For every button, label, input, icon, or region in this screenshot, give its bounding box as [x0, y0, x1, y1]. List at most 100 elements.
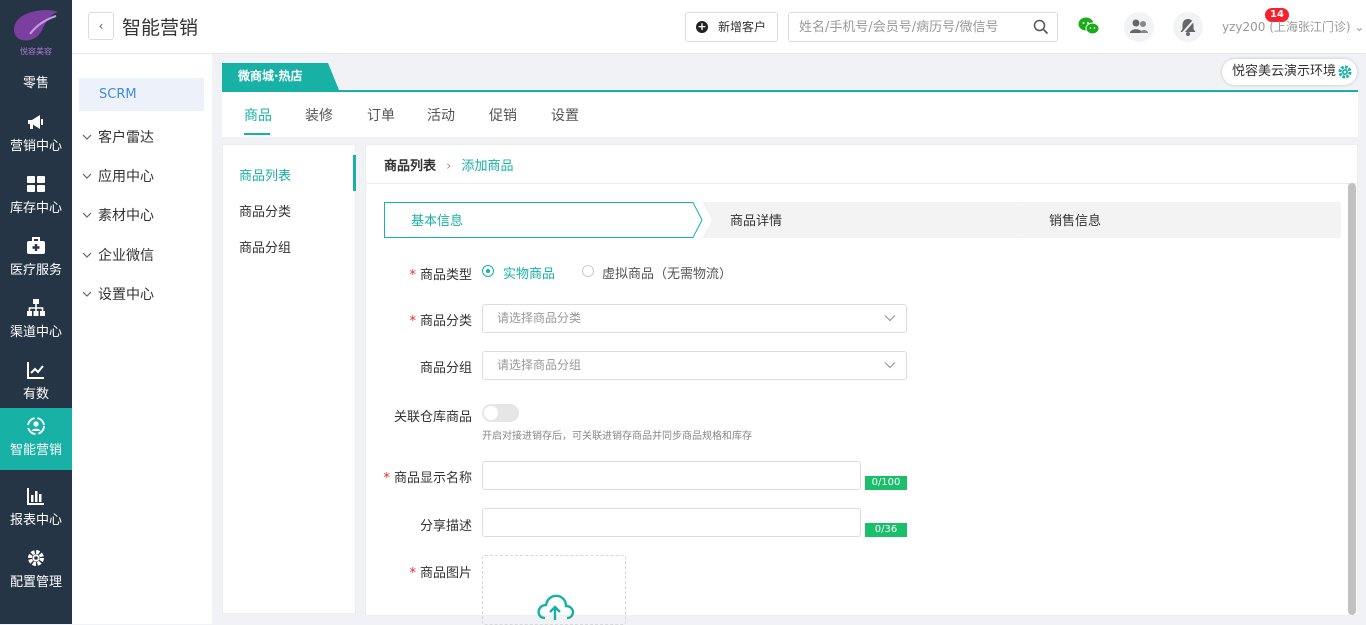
warehouse-text: 关联仓库商品 [393, 410, 472, 425]
rail-label: 有数 [22, 387, 49, 402]
image-upload-area[interactable] [482, 555, 626, 625]
sidebar-item-settings-center[interactable]: 设置中心 [82, 284, 154, 304]
chevron-down-icon [82, 134, 92, 140]
notification-button[interactable] [1173, 12, 1203, 42]
rail-label: 营销中心 [9, 139, 62, 154]
share-desc-counter: 0/36 [865, 523, 907, 537]
rail-item-medical[interactable]: 医疗服务 [0, 228, 72, 290]
rail-item-inventory[interactable]: 库存中心 [0, 166, 72, 228]
page-title: 智能营销 [122, 17, 199, 39]
cloud-upload-icon [537, 594, 575, 620]
rail-item-retail[interactable]: 零售 [0, 62, 72, 92]
rail-label: 报表中心 [9, 513, 62, 528]
rail-label: 零售 [22, 76, 49, 91]
display-name-input[interactable] [482, 461, 861, 490]
search-input[interactable] [799, 13, 1029, 41]
contacts-icon [1130, 19, 1148, 33]
search-icon[interactable] [1033, 19, 1049, 35]
rail-item-smart-marketing[interactable]: 智能营销 [0, 408, 72, 470]
sidebar-item-label: 企业微信 [98, 248, 154, 264]
environment-switcher[interactable]: 悦容美云演示环境 [1222, 59, 1357, 85]
radio-physical[interactable] [482, 265, 494, 277]
sidebar-item-label: 设置中心 [98, 287, 154, 303]
divider [366, 183, 1359, 184]
display-name-counter: 0/100 [865, 476, 907, 490]
active-submenu-indicator [353, 155, 356, 191]
share-desc-label: 分享描述 [372, 515, 472, 534]
display-name-text: 商品显示名称 [393, 471, 472, 486]
wechat-icon[interactable] [1078, 16, 1100, 36]
step-sales-label: 销售信息 [1049, 213, 1101, 229]
sidebar-item-label: 客户雷达 [98, 130, 154, 146]
rail-item-reports[interactable]: 报表中心 [0, 478, 72, 540]
gear-icon [28, 550, 44, 566]
top-bar: ‹ 智能营销 + 新增客户 14 yzy200 (上海张江门诊) ⌄ [72, 0, 1366, 54]
breadcrumb-parent[interactable]: 商品列表 [384, 159, 436, 174]
step-basic-label: 基本信息 [411, 213, 463, 229]
rail-item-marketing[interactable]: 营销中心 [0, 104, 72, 166]
tab-goods[interactable]: 商品 [244, 105, 272, 125]
rail-label: 配置管理 [9, 575, 62, 590]
chevron-down-icon [82, 291, 92, 297]
store-tab[interactable]: 微商城·热店 [222, 63, 339, 90]
rail-item-channel[interactable]: 渠道中心 [0, 290, 72, 352]
smart-marketing-icon [27, 417, 45, 435]
logo-text: 悦容美容 [20, 46, 52, 56]
submenu-goods-category[interactable]: 商品分类 [239, 201, 291, 220]
rail-label: 医疗服务 [9, 263, 62, 278]
back-button[interactable]: ‹ [88, 12, 114, 40]
add-goods-panel: 商品列表 › 添加商品 基本信息 商品详情 销售信息 [365, 144, 1359, 616]
submenu-goods-list[interactable]: 商品列表 [239, 165, 291, 184]
display-name-label: * 商品显示名称 [383, 471, 472, 486]
gear-icon [1338, 65, 1352, 79]
plus-circle-icon: + [696, 20, 708, 33]
group-placeholder: 请选择商品分组 [497, 358, 582, 372]
sidebar-item-customer-radar[interactable]: 客户雷达 [82, 127, 154, 147]
warehouse-label: 关联仓库商品 [372, 406, 472, 425]
group-select[interactable]: 请选择商品分组 [482, 351, 907, 380]
chevron-down-icon [82, 173, 92, 179]
warehouse-toggle[interactable] [482, 404, 519, 422]
tab-orders[interactable]: 订单 [367, 105, 395, 125]
tab-activities[interactable]: 活动 [427, 105, 455, 125]
sidebar-item-materials[interactable]: 素材中心 [82, 205, 154, 225]
active-tab-indicator [244, 133, 270, 135]
category-placeholder: 请选择商品分类 [497, 311, 582, 325]
goods-image-label: * 商品图片 [409, 566, 472, 581]
chevron-down-icon [82, 212, 92, 218]
sidebar-item-wecom[interactable]: 企业微信 [82, 245, 154, 265]
user-menu[interactable]: yzy200 (上海张江门诊) ⌄ [1222, 18, 1364, 35]
sidebar-item-app-center[interactable]: 应用中心 [82, 166, 154, 186]
sidebar-item-label: 素材中心 [98, 208, 154, 224]
contacts-button[interactable] [1124, 12, 1154, 42]
vertical-scrollbar[interactable] [1348, 183, 1356, 615]
step-detail-label: 商品详情 [730, 214, 782, 229]
tab-promotion[interactable]: 促销 [489, 105, 517, 125]
medical-kit-icon [27, 237, 45, 254]
rail-item-settings[interactable]: 配置管理 [0, 540, 72, 602]
submenu-goods-group[interactable]: 商品分组 [239, 237, 291, 256]
radio-virtual-label[interactable]: 虚拟商品（无需物流） [602, 263, 732, 282]
secondary-sidebar: SCRM 客户雷达 应用中心 素材中心 企业微信 设置中心 [72, 54, 212, 624]
radio-virtual[interactable] [582, 265, 594, 277]
chevron-right-icon: › [446, 159, 452, 174]
megaphone-icon [28, 115, 43, 129]
category-select[interactable]: 请选择商品分类 [482, 304, 907, 333]
step-bar: 基本信息 商品详情 销售信息 [384, 202, 1341, 238]
radio-physical-label[interactable]: 实物商品 [503, 263, 555, 282]
add-customer-label: 新增客户 [717, 20, 766, 34]
rail-label: 库存中心 [9, 201, 62, 216]
goods-type-text: 商品类型 [419, 268, 472, 283]
chevron-down-icon [82, 252, 92, 258]
sidebar-item-scrm[interactable]: SCRM [79, 78, 204, 111]
rail-item-data[interactable]: 有数 [0, 352, 72, 414]
bar-chart-icon [27, 488, 44, 505]
share-desc-text: 分享描述 [419, 519, 472, 534]
share-desc-input[interactable] [482, 508, 861, 537]
category-label: * 商品分类 [409, 314, 472, 329]
main-tabs: 商品 装修 订单 活动 促销 设置 [222, 90, 1358, 137]
tab-decoration[interactable]: 装修 [305, 105, 333, 125]
tab-settings[interactable]: 设置 [551, 105, 579, 125]
add-customer-button[interactable]: + 新增客户 [685, 12, 778, 42]
grid-icon [27, 176, 45, 192]
